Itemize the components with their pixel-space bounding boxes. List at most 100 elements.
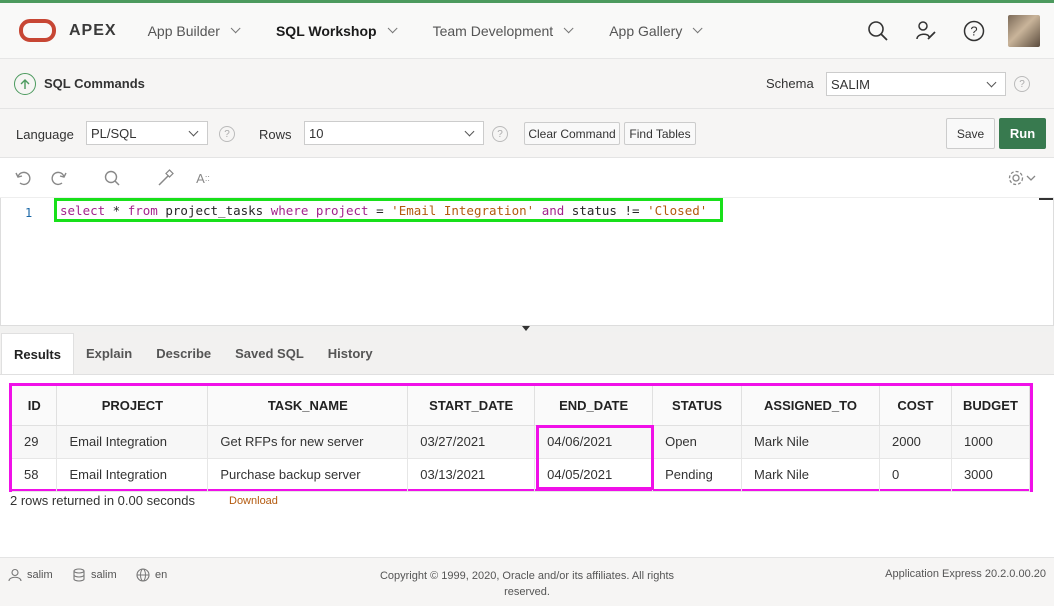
column-header[interactable]: END_DATE (534, 386, 654, 426)
page-footer: salim salim en Copyright © 1999, 2020, O… (0, 557, 1054, 606)
results-tabs: Results Explain Describe Saved SQL Histo… (0, 332, 1054, 375)
cell: Email Integration (56, 425, 209, 459)
footer-user: salim (8, 568, 53, 582)
cell: Purchase backup server (207, 458, 409, 492)
user-icon (8, 568, 22, 582)
cell: 2000 (879, 425, 952, 459)
find-tables-button[interactable]: Find Tables (624, 122, 696, 145)
column-header[interactable]: ASSIGNED_TO (741, 386, 880, 426)
header-row: ID PROJECT TASK_NAME START_DATE END_DATE… (12, 386, 1031, 426)
settings-gear-icon[interactable] (1006, 168, 1038, 188)
editor-splitter[interactable] (0, 326, 1054, 332)
language-select[interactable]: PL/SQL (86, 121, 208, 145)
help-icon[interactable]: ? (219, 126, 235, 142)
help-icon[interactable]: ? (962, 19, 986, 43)
table-row: 58 Email Integration Purchase backup ser… (12, 458, 1031, 492)
column-header[interactable]: TASK_NAME (207, 386, 409, 426)
rows-value: 10 (309, 126, 324, 141)
nav-label: Team Development (432, 22, 554, 39)
schema-select[interactable]: SALIM (826, 72, 1006, 96)
footer-language-label: en (155, 569, 168, 581)
nav-app-gallery[interactable]: App Gallery (609, 23, 703, 39)
page-title: SQL Commands (44, 76, 145, 91)
rows-label: Rows (259, 127, 292, 142)
cell: Mark Nile (741, 425, 880, 459)
sql-toolbar: Language PL/SQL ? Rows 10 ? Clear Comman… (0, 109, 1054, 158)
code-token: where (270, 202, 309, 218)
language-value: PL/SQL (91, 126, 137, 141)
chevron-down-icon (188, 126, 199, 137)
schema-label: Schema (766, 76, 814, 91)
column-header[interactable]: BUDGET (951, 386, 1031, 426)
user-avatar[interactable] (1008, 15, 1040, 47)
nav-sql-workshop[interactable]: SQL Workshop (276, 23, 398, 39)
cell: Pending (652, 458, 743, 492)
redo-icon[interactable] (49, 168, 69, 188)
code-token: 'Email Integration' (391, 202, 535, 218)
end-date-highlight (536, 425, 654, 490)
cell: Email Integration (56, 458, 209, 492)
tab-explain[interactable]: Explain (74, 333, 144, 374)
up-arrow-icon[interactable] (14, 72, 36, 95)
cell: 3000 (951, 458, 1031, 492)
column-header[interactable]: PROJECT (56, 386, 209, 426)
column-header[interactable]: START_DATE (407, 386, 536, 426)
help-icon[interactable]: ? (1014, 76, 1030, 92)
nav-label: App Builder (147, 22, 220, 39)
column-header[interactable]: STATUS (652, 386, 743, 426)
run-button[interactable]: Run (999, 118, 1046, 149)
editor-scroll-marker (1039, 198, 1053, 202)
chevron-down-icon (563, 23, 574, 34)
download-link[interactable]: Download (229, 495, 278, 507)
tab-results[interactable]: Results (1, 333, 74, 374)
results-panel: ID PROJECT TASK_NAME START_DATE END_DATE… (0, 375, 1054, 558)
find-icon[interactable] (102, 168, 122, 188)
cell: 29 (12, 425, 58, 459)
code-token: * (105, 202, 128, 218)
app-header: APEX App Builder SQL Workshop Team Devel… (0, 3, 1054, 59)
cell: 58 (12, 458, 58, 492)
rows-select[interactable]: 10 (304, 121, 484, 145)
save-button[interactable]: Save (946, 118, 995, 149)
line-number: 1 (25, 206, 33, 220)
undo-icon[interactable] (13, 168, 33, 188)
collapse-triangle-icon[interactable] (522, 326, 530, 331)
search-icon[interactable] (866, 19, 890, 43)
chevron-down-icon (464, 126, 475, 137)
cell: Mark Nile (741, 458, 880, 492)
results-table: ID PROJECT TASK_NAME START_DATE END_DATE… (12, 386, 1031, 492)
code-token: from (127, 202, 158, 218)
table-row: 29 Email Integration Get RFPs for new se… (12, 425, 1031, 459)
column-header[interactable]: ID (12, 386, 58, 426)
code-token: = (368, 202, 392, 218)
nav-team-development[interactable]: Team Development (432, 22, 574, 39)
page-titlebar: SQL Commands Schema SALIM ? (0, 59, 1054, 109)
editor-toolbar: A:: (0, 158, 1054, 198)
version-text: Application Express 20.2.0.00.20 (885, 568, 1046, 580)
help-icon[interactable]: ? (492, 126, 508, 142)
format-wand-icon[interactable] (155, 168, 175, 188)
chevron-down-icon (387, 23, 398, 34)
code-token: and (541, 202, 565, 218)
code-token: project_tasks (157, 202, 271, 218)
apex-brand[interactable]: APEX (69, 22, 117, 40)
globe-icon (136, 568, 150, 582)
language-label: Language (16, 127, 74, 142)
sql-editor[interactable]: 1 select * from project_tasks where proj… (0, 198, 1054, 326)
clear-command-button[interactable]: Clear Command (524, 122, 620, 145)
nav-app-builder[interactable]: App Builder (147, 22, 241, 39)
tab-history[interactable]: History (316, 333, 385, 374)
database-icon (72, 568, 86, 582)
code-token: 'Closed' (647, 202, 708, 218)
admin-wrench-icon[interactable] (914, 19, 938, 43)
autocomplete-icon[interactable]: A:: (191, 168, 215, 188)
tab-saved-sql[interactable]: Saved SQL (223, 333, 316, 374)
oracle-logo[interactable] (19, 19, 56, 42)
cell: 03/13/2021 (407, 458, 536, 492)
tab-describe[interactable]: Describe (144, 333, 223, 374)
copyright-text: Copyright © 1999, 2020, Oracle and/or it… (379, 570, 675, 598)
sql-code-line[interactable]: select * from project_tasks where projec… (54, 198, 723, 222)
schema-value: SALIM (831, 77, 871, 92)
footer-language: en (136, 568, 167, 582)
column-header[interactable]: COST (879, 386, 952, 426)
